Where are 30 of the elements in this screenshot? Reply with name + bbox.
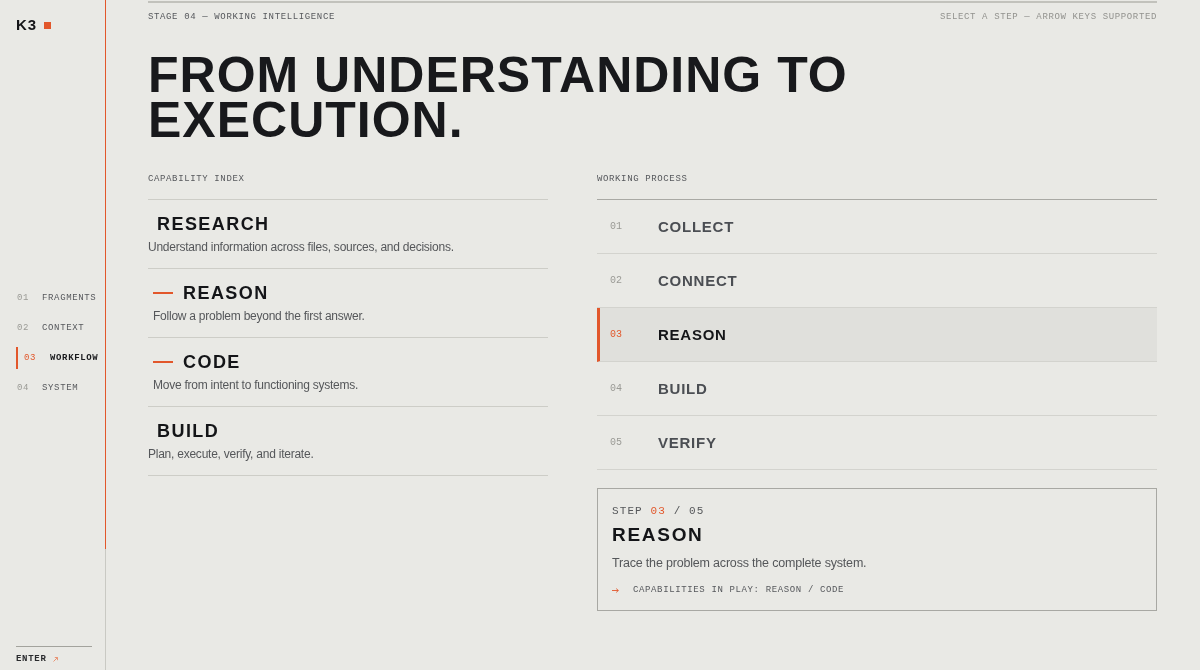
section-label: WORKING PROCESS: [597, 174, 688, 185]
nav-item[interactable]: 02 CONTEXT: [16, 317, 87, 339]
capability-title: REASON: [183, 283, 269, 303]
square-icon: [44, 21, 51, 29]
step-description: Trace the problem across the complete system.: [612, 555, 867, 572]
process-step[interactable]: 04 BUILD: [597, 362, 1157, 416]
capability-description: Plan, execute, verify, and iterate.: [148, 446, 314, 462]
capability-title: CODE: [183, 352, 241, 372]
capability-description: Understand information across files, sources, and decisions.: [148, 239, 454, 255]
brand-logo[interactable]: K3: [16, 17, 37, 33]
arrow-right-icon: [612, 587, 619, 593]
stage-label: STAGE 04 — WORKING INTELLIGENCE: [148, 12, 335, 23]
enter-link[interactable]: ENTER: [16, 654, 58, 665]
capability-description: Follow a problem beyond the first answer.: [153, 308, 365, 324]
capability-description: Move from intent to functioning systems.: [153, 377, 359, 393]
nav-item[interactable]: 04 SYSTEM: [16, 377, 81, 399]
step-counter: STEP 03 / 05: [612, 504, 705, 518]
capabilities-in-play: CAPABILITIES IN PLAY: REASON / CODE: [633, 584, 845, 596]
nav-item[interactable]: 03 WORKFLOW: [16, 347, 101, 369]
capability-title: BUILD: [157, 421, 220, 441]
process-step[interactable]: 05 VERIFY: [597, 416, 1157, 470]
keyboard-hint: SELECT A STEP — ARROW KEYS SUPPORTED: [939, 12, 1157, 23]
nav-item[interactable]: 01 FRAGMENTS: [16, 287, 99, 309]
capability-title: RESEARCH: [157, 214, 270, 234]
arrow-up-right-icon: [52, 657, 58, 662]
section-label: CAPABILITY INDEX: [148, 174, 245, 185]
page-headline: FROM UNDERSTANDING TO EXECUTION.: [148, 53, 849, 143]
process-step[interactable]: 03 REASON: [597, 308, 1157, 362]
step-title: REASON: [612, 524, 704, 546]
process-step[interactable]: 01 COLLECT: [597, 200, 1157, 254]
